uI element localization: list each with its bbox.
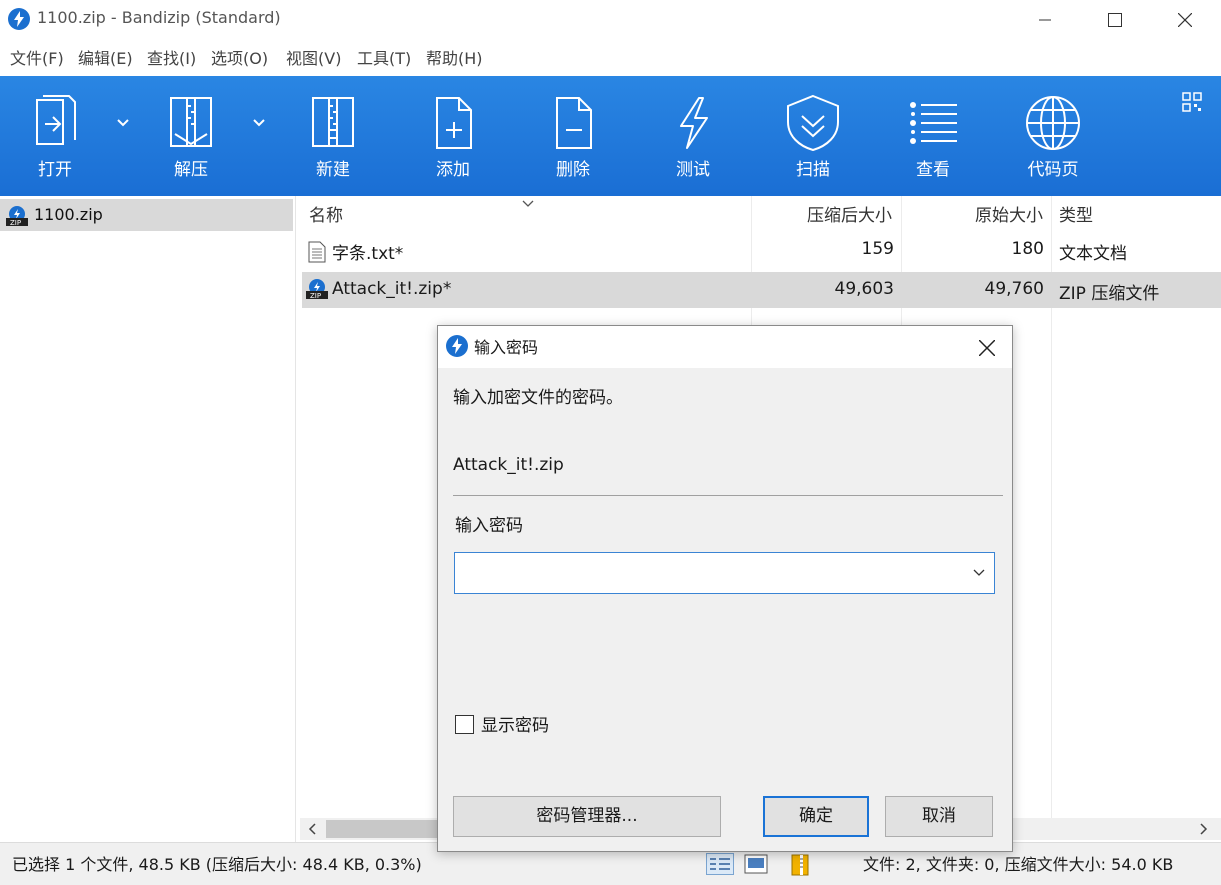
lightning-icon [680,97,708,149]
zip-file-icon: ZIP [6,206,28,226]
open-dropdown-chevron-icon[interactable] [116,118,130,128]
show-password-label[interactable]: 显示密码 [481,711,549,736]
title-bar: 1100.zip - Bandizip (Standard) [0,0,1221,38]
bandizip-logo-icon [446,335,468,357]
svg-text:ZIP: ZIP [10,219,21,226]
password-input[interactable] [459,559,959,587]
column-header-name[interactable]: 名称 [309,201,343,226]
file-type: ZIP 压缩文件 [1059,284,1160,304]
test-label: 测试 [676,160,710,180]
codepage-button[interactable]: 代码页 [1008,94,1098,186]
table-row[interactable]: 字条.txt* 159 180 文本文档 [302,232,1221,268]
text-file-icon [308,241,326,263]
extract-button[interactable]: 解压 [146,94,236,186]
add-label: 添加 [436,160,470,180]
file-type: 文本文档 [1059,244,1127,264]
sort-chevron-icon [522,200,534,207]
open-button[interactable]: 打开 [10,94,100,186]
password-field-label: 输入密码 [455,516,523,536]
scroll-left-icon[interactable] [308,823,316,835]
file-name: Attack_it!.zip* [332,279,452,299]
password-manager-button[interactable]: 密码管理器... [453,796,721,837]
delete-file-icon [556,97,592,149]
column-header-type[interactable]: 类型 [1059,201,1093,226]
details-view-icon[interactable] [706,853,734,875]
bandizip-logo-icon [8,8,30,30]
password-dialog: 输入密码 输入加密文件的密码。 Attack_it!.zip 输入密码 显示密码… [437,325,1013,852]
menu-edit[interactable]: 编辑(E) [78,45,133,69]
test-button[interactable]: 测试 [648,94,738,186]
scan-label: 扫描 [796,160,830,180]
show-password-checkbox[interactable] [455,715,474,734]
delete-button[interactable]: 删除 [528,94,618,186]
menu-file[interactable]: 文件(F) [10,45,64,69]
new-archive-button[interactable]: 新建 [288,94,378,186]
close-icon [979,340,995,356]
tree-item-label: 1100.zip [34,205,103,224]
add-file-icon [436,97,472,149]
dialog-title: 输入密码 [474,338,539,357]
dialog-title-bar: 输入密码 [438,326,1012,368]
menu-bar: 文件(F) 编辑(E) 查找(I) 选项(O) 视图(V) 工具(T) 帮助(H… [0,38,1221,72]
layout-grid-icon[interactable] [1182,92,1202,112]
encrypted-file-name: Attack_it!.zip [453,455,564,475]
ok-button[interactable]: 确定 [763,796,869,837]
menu-view[interactable]: 视图(V) [286,45,341,69]
shield-icon [787,94,839,152]
view-button[interactable]: 查看 [888,94,978,186]
thumbnail-view-icon[interactable] [744,853,768,875]
selection-status: 已选择 1 个文件, 48.5 KB (压缩后大小: 48.4 KB, 0.3%… [12,855,422,874]
open-icon [36,95,76,145]
cancel-button[interactable]: 取消 [885,796,993,837]
dialog-prompt: 输入加密文件的密码。 [453,388,623,408]
menu-options[interactable]: 选项(O) [211,45,268,69]
dialog-close-button[interactable] [968,332,1008,364]
password-combo[interactable] [454,552,995,594]
scrollbar-thumb[interactable] [326,820,446,838]
open-label: 打开 [38,160,72,180]
archive-summary: 文件: 2, 文件夹: 0, 压缩文件大小: 54.0 KB [863,855,1174,874]
archive-book-icon[interactable] [790,853,812,877]
dialog-divider [453,495,1003,496]
chevron-down-icon[interactable] [973,569,985,577]
file-compressed-size: 49,603 [834,279,894,299]
svg-text:ZIP: ZIP [310,292,321,299]
table-row[interactable]: ZIP Attack_it!.zip* 49,603 49,760 ZIP 压缩… [302,272,1221,308]
column-header-original-size[interactable]: 原始大小 [975,201,1043,226]
file-original-size: 49,760 [984,279,1044,299]
new-label: 新建 [316,160,350,180]
scroll-right-icon[interactable] [1200,823,1208,835]
file-name: 字条.txt* [332,244,404,264]
extract-label: 解压 [174,160,208,180]
close-window-button[interactable] [1162,0,1208,38]
list-view-icon [910,102,957,144]
file-original-size: 180 [1011,239,1044,259]
menu-find[interactable]: 查找(I) [147,45,196,69]
menu-help[interactable]: 帮助(H) [426,45,483,69]
add-button[interactable]: 添加 [408,94,498,186]
new-archive-icon [312,97,354,147]
tree-item-archive[interactable]: ZIP 1100.zip [0,199,293,231]
globe-icon [1026,96,1080,150]
zip-file-icon: ZIP [306,279,328,299]
column-header-compressed-size[interactable]: 压缩后大小 [807,201,892,226]
maximize-button[interactable] [1092,0,1138,38]
view-label: 查看 [916,160,950,180]
folder-tree: ZIP 1100.zip [0,196,296,842]
extract-zip-icon [170,97,212,147]
scan-button[interactable]: 扫描 [768,94,858,186]
menu-tools[interactable]: 工具(T) [357,45,411,69]
file-compressed-size: 159 [861,239,894,259]
window-title: 1100.zip - Bandizip (Standard) [37,8,281,27]
codepage-label: 代码页 [1027,160,1079,180]
extract-dropdown-chevron-icon[interactable] [252,118,266,128]
minimize-button[interactable] [1022,0,1068,38]
delete-label: 删除 [556,160,590,180]
